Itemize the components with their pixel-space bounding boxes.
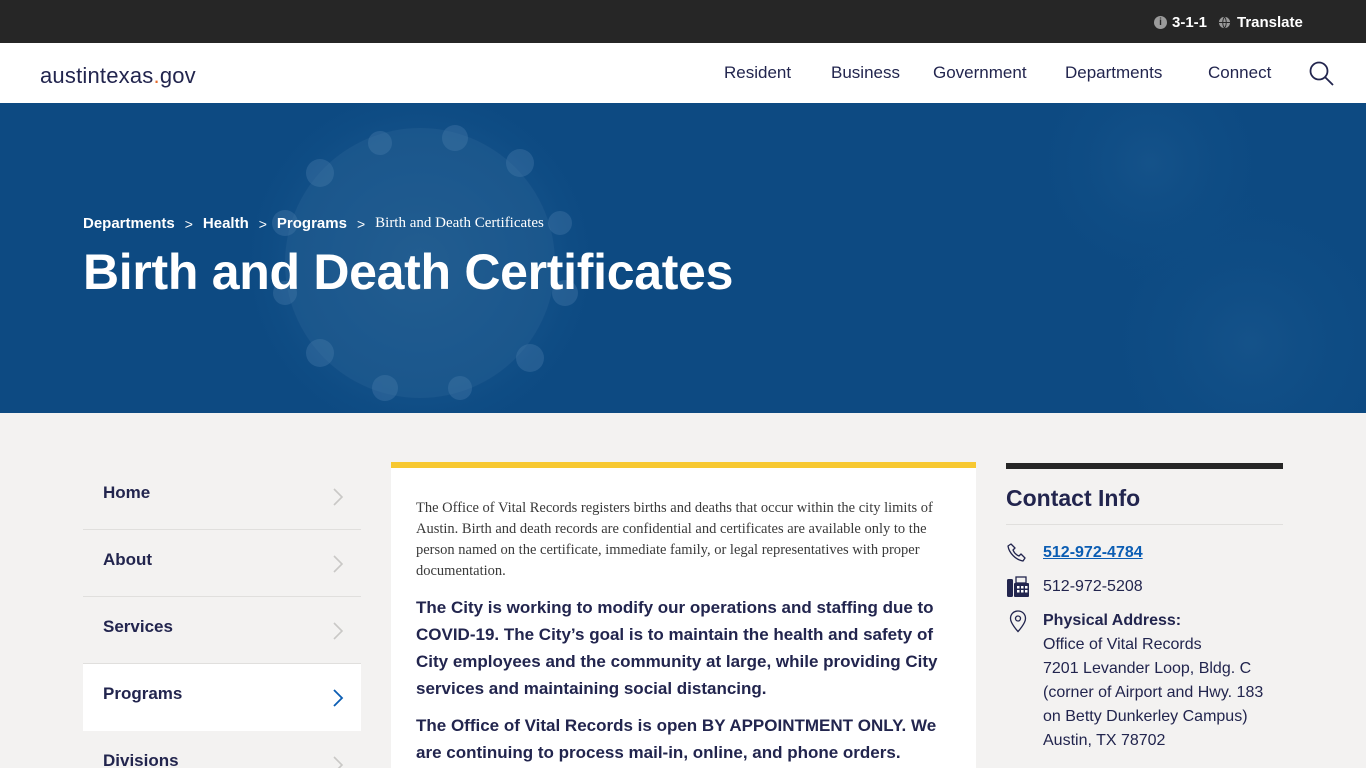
address-line: 7201 Levander Loop, Bldg. C <box>1043 660 1252 677</box>
hero-banner: Departments > Health > Programs > Birth … <box>0 103 1366 413</box>
chevron-right-icon <box>333 689 344 707</box>
globe-icon <box>1218 16 1231 28</box>
translate-label: Translate <box>1237 13 1303 31</box>
sidenav-label: Services <box>103 617 173 636</box>
chevron-right-icon <box>333 622 344 640</box>
breadcrumb-separator: > <box>258 215 267 232</box>
nav-resident[interactable]: Resident <box>724 63 791 83</box>
breadcrumb: Departments > Health > Programs > Birth … <box>83 215 544 232</box>
contact-top-bar <box>1006 463 1283 469</box>
breadcrumb-current: Birth and Death Certificates <box>375 215 544 231</box>
address-line: on Betty Dunkerley Campus) <box>1043 708 1248 725</box>
breadcrumb-separator: > <box>356 215 366 232</box>
chevron-right-icon <box>333 756 344 768</box>
logo-main: austintexas <box>40 63 154 88</box>
site-header: austintexas.gov Resident Business Govern… <box>0 43 1366 103</box>
breadcrumb-health[interactable]: Health <box>203 215 249 232</box>
address-line: Office of Vital Records <box>1043 636 1202 653</box>
contact-title: Contact Info <box>1006 485 1141 511</box>
sidenav-item-divisions[interactable]: Divisions <box>83 731 361 768</box>
site-logo[interactable]: austintexas.gov <box>40 63 196 89</box>
sidenav-label: Programs <box>103 684 183 703</box>
breadcrumb-separator: > <box>184 215 193 232</box>
main-content-card: The Office of Vital Records registers bi… <box>391 462 976 768</box>
breadcrumb-departments[interactable]: Departments <box>83 215 175 232</box>
chevron-right-icon <box>333 555 344 573</box>
contact-address-block: Physical Address: Office of Vital Record… <box>1043 609 1263 753</box>
address-line: Austin, TX 78702 <box>1043 732 1166 749</box>
sidenav-label: Divisions <box>103 751 179 768</box>
info-icon: i <box>1154 15 1167 29</box>
fax-icon <box>1007 576 1029 597</box>
sidenav-label: Home <box>103 483 151 502</box>
covid-notice: The City is working to modify our operat… <box>416 598 938 698</box>
sidenav-label: About <box>103 550 153 569</box>
sidenav-item-services[interactable]: Services <box>83 597 361 664</box>
utility-311-label: 3-1-1 <box>1172 13 1208 31</box>
contact-phone-link[interactable]: 512-972-4784 <box>1043 541 1143 565</box>
logo-tld: gov <box>159 63 196 88</box>
sidenav-item-home[interactable]: Home <box>83 463 361 530</box>
nav-departments[interactable]: Departments <box>1065 63 1162 83</box>
contact-fax-number: 512-972-5208 <box>1043 578 1143 595</box>
appointment-notice: The Office of Vital Records is open BY A… <box>416 716 937 762</box>
sidenav-item-programs[interactable]: Programs <box>83 664 361 731</box>
utility-311-link[interactable]: i 3-1-1 <box>1154 12 1207 32</box>
nav-business[interactable]: Business <box>831 63 900 83</box>
map-pin-icon <box>1009 610 1027 633</box>
contact-divider <box>1006 524 1283 525</box>
sidenav-item-about[interactable]: About <box>83 530 361 597</box>
page-title: Birth and Death Certificates <box>83 244 734 300</box>
intro-paragraph: The Office of Vital Records registers bi… <box>416 500 933 579</box>
breadcrumb-programs[interactable]: Programs <box>277 215 347 232</box>
nav-government[interactable]: Government <box>933 63 1027 83</box>
utility-bar: i 3-1-1 Translate <box>0 0 1366 43</box>
address-line: (corner of Airport and Hwy. 183 <box>1043 684 1264 701</box>
chevron-right-icon <box>333 488 344 506</box>
nav-connect[interactable]: Connect <box>1208 63 1271 83</box>
search-icon[interactable] <box>1307 59 1335 87</box>
phone-icon <box>1007 543 1026 562</box>
side-nav: Home About Services Programs Divisions <box>83 463 361 768</box>
address-label: Physical Address: <box>1043 612 1182 629</box>
translate-button[interactable]: Translate <box>1218 12 1303 32</box>
contact-info: Contact Info 512-972-4784 512-972-5208 P… <box>1006 463 1283 749</box>
